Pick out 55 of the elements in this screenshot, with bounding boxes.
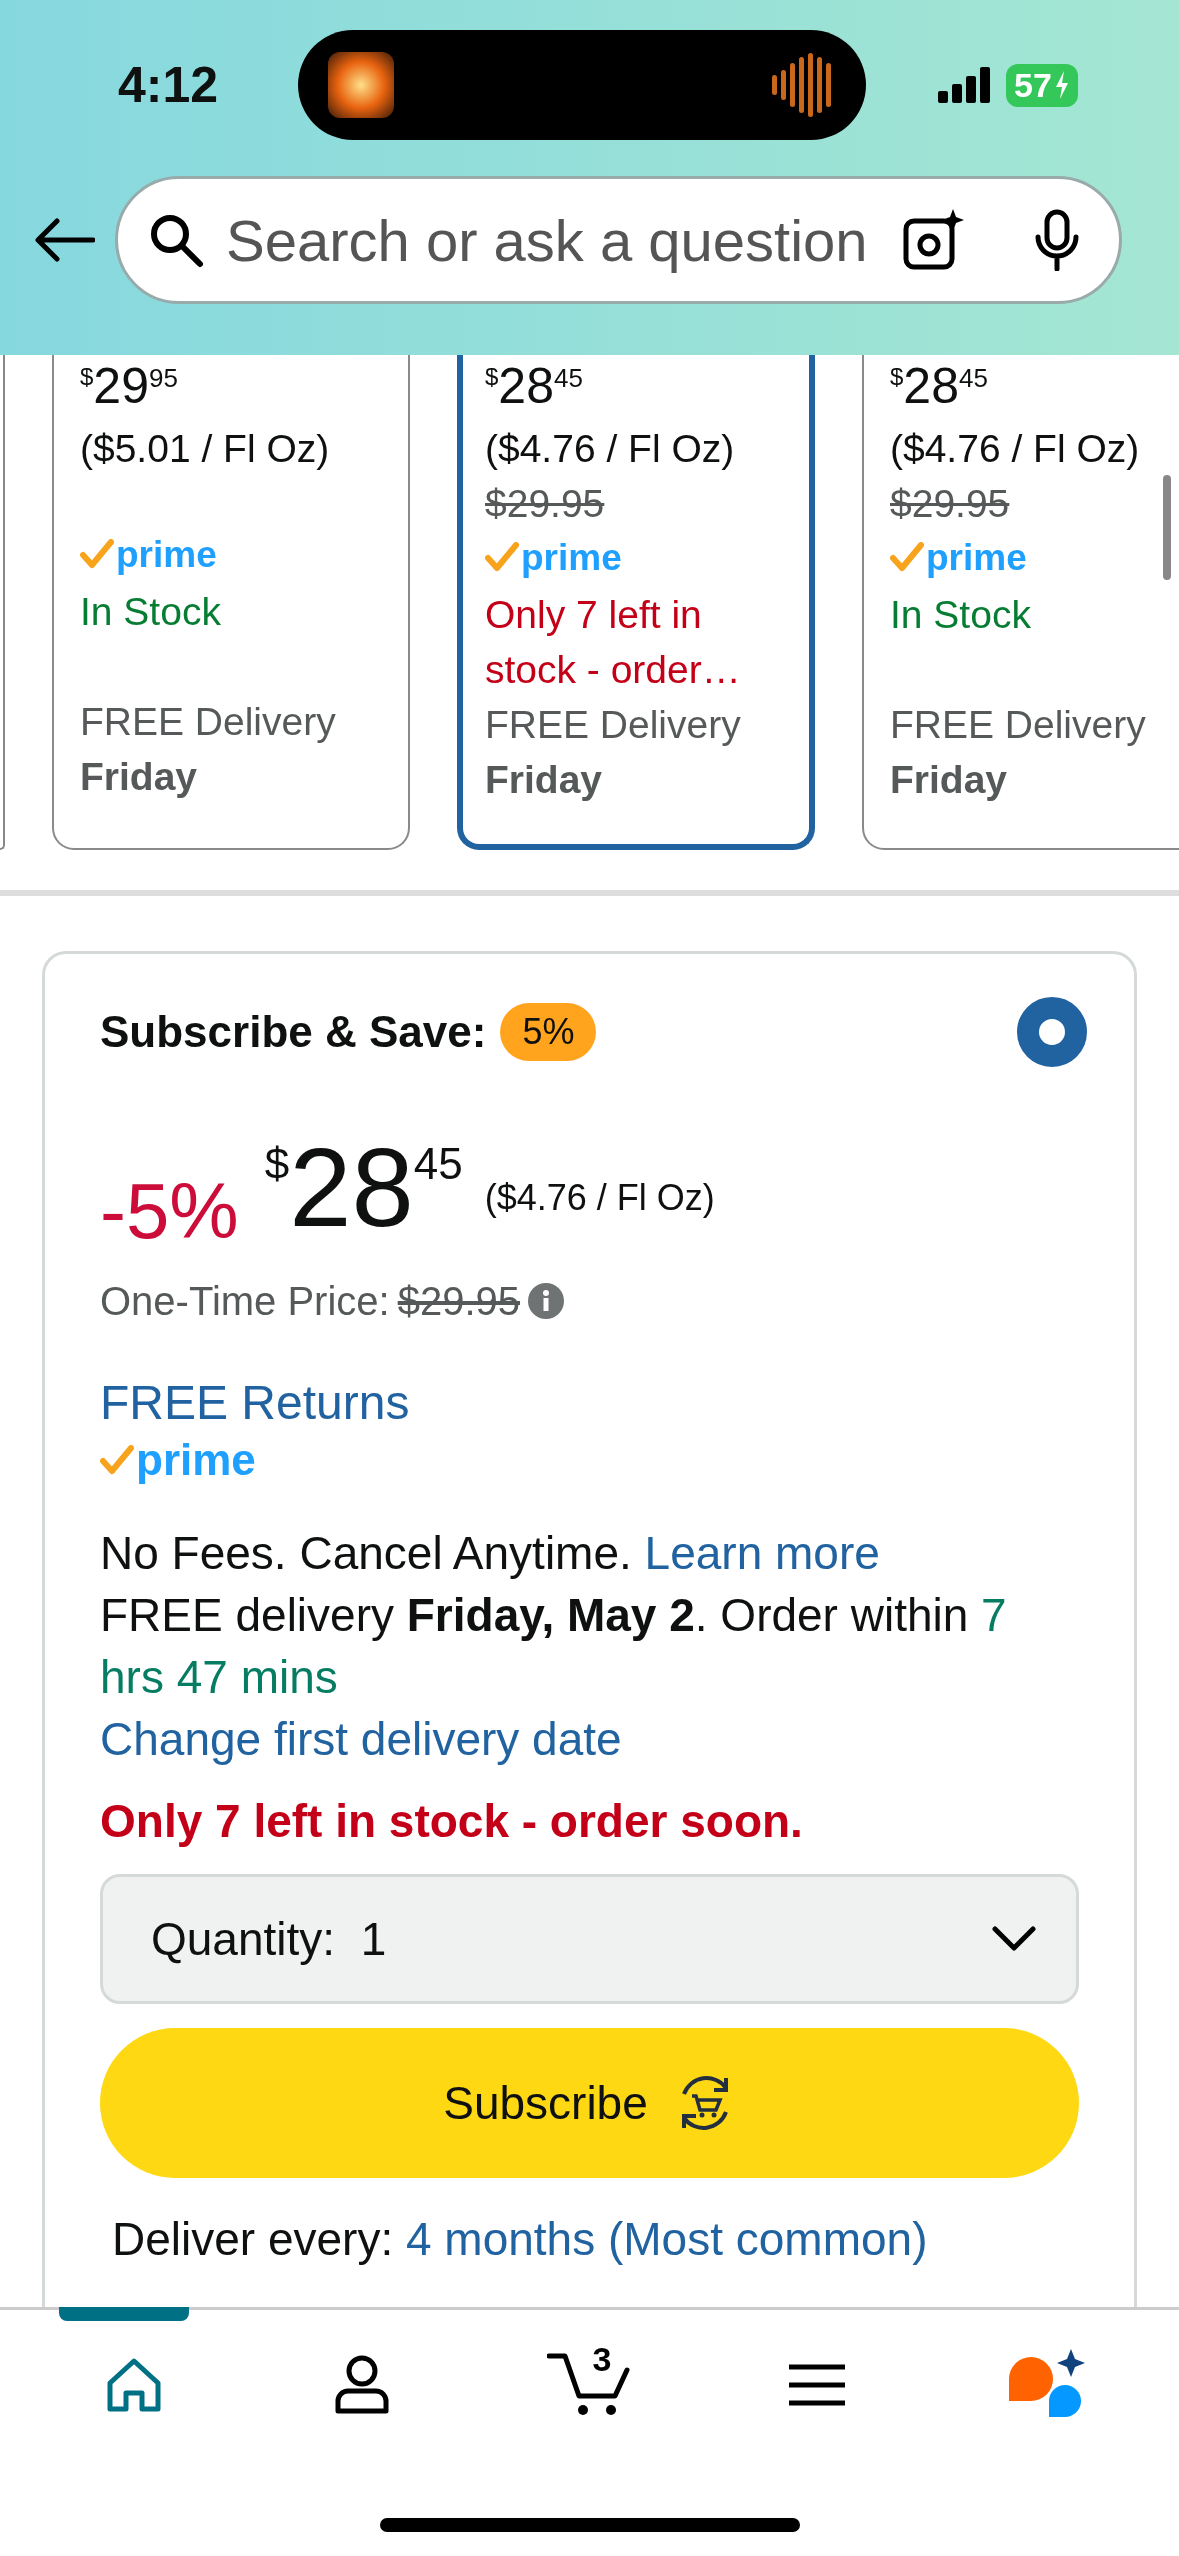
prime-logo-text: prime <box>521 535 622 580</box>
delivery-day: Friday <box>890 752 1008 807</box>
info-icon[interactable] <box>528 1283 565 1319</box>
stock-status: In Stock <box>890 593 1031 636</box>
subscribe-button[interactable]: Subscribe <box>100 2028 1079 2178</box>
battery-indicator: 57 <box>1006 63 1078 107</box>
stock-status: In Stock <box>80 590 221 633</box>
delivery-text: FREE delivery Friday, May 2. Order within 7 hrs 47 mins <box>100 1588 1008 1705</box>
discount-percent: -5% <box>100 1172 239 1250</box>
album-art-placeholder <box>328 52 394 118</box>
camera-icon[interactable] <box>903 209 965 271</box>
one-time-price: $29.95 <box>397 1278 521 1325</box>
unit-price: ($4.76 / Fl Oz) <box>485 426 735 472</box>
chevron-down-icon <box>992 1926 1036 1952</box>
delivery-day: Friday <box>485 752 603 807</box>
prime-logo-text: prime <box>926 535 1027 580</box>
microphone-icon[interactable] <box>1035 209 1079 271</box>
free-returns-link[interactable]: FREE Returns <box>100 1376 410 1429</box>
prime-logo-text: prime <box>136 1434 256 1486</box>
stock-status: Only 7 left in stock - order… <box>485 593 741 691</box>
one-time-label: One-Time Price: <box>100 1278 390 1325</box>
list-price: $29.95 <box>890 481 1010 527</box>
check-icon <box>100 1445 134 1475</box>
search-icon <box>148 212 204 268</box>
frequency-link[interactable]: 4 months (Most common) <box>406 2213 928 2265</box>
fees-text: No Fees. Cancel Anytime. Learn more <box>100 1526 881 1581</box>
search-bar[interactable]: Search or ask a question <box>115 176 1122 304</box>
delivery-text: FREE Delivery <box>485 702 741 748</box>
search-field[interactable]: Search or ask a question <box>224 205 883 275</box>
check-icon <box>485 542 519 572</box>
status-time: 4:12 <box>118 56 220 114</box>
delivery-text: FREE Delivery <box>890 702 1146 748</box>
stock-warning: Only 7 left in stock - order soon. <box>100 1794 804 1849</box>
check-icon <box>80 539 114 569</box>
signal-icon <box>938 67 992 103</box>
deliver-every-text: Deliver every: 4 months (Most common) <box>112 2212 929 2267</box>
check-icon <box>890 542 924 572</box>
unit-price: ($4.76 / Fl Oz) <box>890 426 1140 472</box>
account-icon[interactable] <box>333 2355 390 2415</box>
prime-logo-text: prime <box>116 532 217 577</box>
discount-badge: 5% <box>500 1003 597 1061</box>
unit-price: ($4.76 / Fl Oz) <box>484 1180 715 1216</box>
delivery-text: FREE Delivery <box>80 699 336 745</box>
learn-more-link[interactable]: Learn more <box>644 1527 880 1579</box>
home-icon[interactable] <box>105 2357 162 2413</box>
cart-count: 3 <box>592 2340 612 2379</box>
menu-icon[interactable] <box>789 2363 846 2407</box>
quantity-dropdown[interactable]: Quantity: 1 <box>100 1874 1079 2004</box>
change-date-link[interactable]: Change first delivery date <box>100 1713 622 1765</box>
unit-price: ($5.01 / Fl Oz) <box>80 426 330 472</box>
back-arrow-icon[interactable] <box>35 218 95 262</box>
nav-tab[interactable]: 3 <box>514 2310 665 2460</box>
subscribe-title: Subscribe & Save: <box>100 1006 487 1058</box>
list-price: $29.95 <box>485 481 605 527</box>
delivery-day: Friday <box>80 749 198 804</box>
